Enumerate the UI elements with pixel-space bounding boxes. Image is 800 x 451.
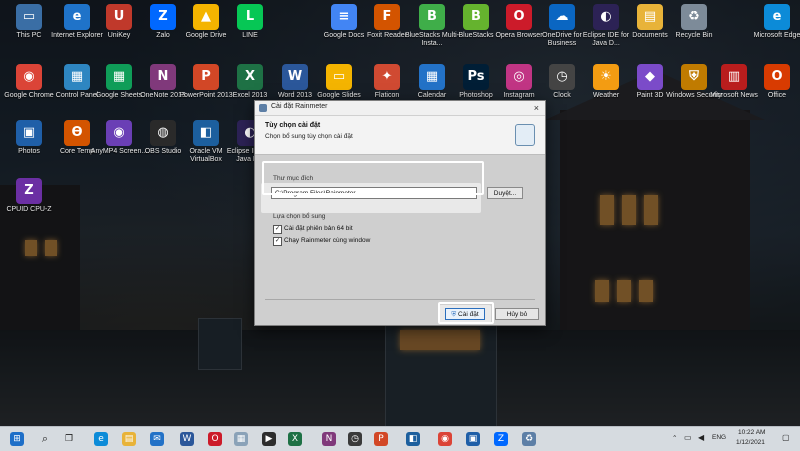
taskbar-chrome-icon[interactable]: ◉ [438, 432, 452, 446]
app-icon: O [506, 4, 532, 30]
desktop-icon-label: CPUID CPU-Z [6, 206, 52, 213]
network-icon[interactable]: ▭ [684, 433, 692, 442]
dialog-titlebar[interactable]: Cài đặt Rainmeter × [255, 101, 545, 116]
app-icon: B [463, 4, 489, 30]
app-icon: ▦ [419, 64, 445, 90]
notification-icon[interactable]: ▢ [782, 433, 790, 442]
app-icon: ▭ [326, 64, 352, 90]
app-icon: ▥ [721, 64, 747, 90]
desktop-icon[interactable]: L LINE [221, 4, 279, 66]
app-icon: ☁ [549, 4, 575, 30]
desktop-icon-label: Microsoft Edge [753, 32, 800, 39]
app-icon: Ps [463, 64, 489, 90]
app-icon: L [237, 4, 263, 30]
dialog-title: Cài đặt Rainmeter [271, 103, 328, 110]
rainmeter-setup-dialog: Cài đặt Rainmeter × Tùy chọn cài đặt Chọ… [254, 100, 546, 326]
desktop-icon[interactable]: e Microsoft Edge [748, 4, 800, 66]
cancel-button[interactable]: Hủy bỏ [495, 308, 539, 320]
footer-divider [265, 299, 535, 300]
tray-chevron-icon[interactable]: ⌃ [672, 434, 677, 442]
taskbar-opera-icon[interactable]: O [208, 432, 222, 446]
app-icon: ◉ [16, 64, 42, 90]
taskbar-onenote-icon[interactable]: N [322, 432, 336, 446]
install-spotlight-frame [438, 302, 494, 324]
desktop-icon-label: LINE [242, 32, 258, 39]
desktop-icon-label: Office [767, 92, 787, 99]
taskbar-photos-icon[interactable]: ▣ [466, 432, 480, 446]
taskbar-zalo-icon[interactable]: Z [494, 432, 508, 446]
app-icon: ◷ [549, 64, 575, 90]
clock-time[interactable]: 10:22 AM [738, 429, 765, 436]
search-icon[interactable]: ⌕ [38, 432, 52, 446]
volume-icon[interactable]: ◀ [698, 433, 704, 442]
taskbar-mail-icon[interactable]: ✉ [150, 432, 164, 446]
taskbar-powerpoint-icon[interactable]: P [374, 432, 388, 446]
app-icon: X [237, 64, 263, 90]
app-icon: e [64, 4, 90, 30]
app-icon: ▭ [16, 4, 42, 30]
taskbar-excel-icon[interactable]: X [288, 432, 302, 446]
taskbar-rainmeter-icon[interactable]: ♻ [522, 432, 536, 446]
taskbar-word-icon[interactable]: W [180, 432, 194, 446]
desktop-icon[interactable]: Z CPUID CPU-Z [0, 178, 58, 240]
app-icon: ϴ [64, 120, 90, 146]
app-icon: ☀ [593, 64, 619, 90]
app-icon: N [150, 64, 176, 90]
option-startup-checkbox[interactable]: ✓ [273, 237, 282, 246]
browse-button[interactable]: Duyệt... [487, 187, 523, 199]
taskbar-app-icon[interactable]: ◷ [348, 432, 362, 446]
app-icon: ≡ [331, 4, 357, 30]
app-icon: ▣ [16, 120, 42, 146]
app-icon: ◉ [106, 120, 132, 146]
taskbar: ⊞ ⌕ ❐ e ▤ ✉ W O ▦ ▶ X N ◷ P ◧ ⚙ ◉ ▣ Z ♻ … [0, 426, 800, 451]
desktop-icon-label: Recycle Bin [675, 32, 713, 39]
installer-logo-icon [515, 124, 535, 146]
taskbar-edge-icon[interactable]: e [94, 432, 108, 446]
clock-date[interactable]: 1/12/2021 [736, 439, 765, 446]
app-icon: W [282, 64, 308, 90]
desktop-icon[interactable]: ♻ Recycle Bin [665, 4, 723, 66]
app-icon: ▦ [106, 64, 132, 90]
start-button[interactable]: ⊞ [10, 432, 24, 446]
path-spotlight-frame [262, 161, 484, 195]
option-64bit-label: Cài đặt phiên bản 64 bit [284, 225, 353, 232]
app-icon: ♻ [681, 4, 707, 30]
dialog-header: Tùy chọn cài đặt Chọn bổ sung tùy chọn c… [255, 116, 545, 155]
app-icon: ◍ [150, 120, 176, 146]
app-icon: Z [16, 178, 42, 204]
app-icon: Z [150, 4, 176, 30]
app-icon: ◐ [593, 4, 619, 30]
app-icon: ◎ [506, 64, 532, 90]
app-icon: ▲ [193, 4, 219, 30]
extra-options-label: Lựa chọn bổ sung [273, 213, 326, 220]
app-icon: U [106, 4, 132, 30]
taskbar-notepad-icon[interactable]: ▦ [234, 432, 248, 446]
close-icon[interactable]: × [534, 101, 539, 115]
app-icon: ▤ [637, 4, 663, 30]
app-icon: ⛨ [681, 64, 707, 90]
app-icon: ▦ [64, 64, 90, 90]
option-startup-label: Chạy Rainmeter cùng window [284, 237, 371, 244]
taskbar-app-icon[interactable]: ▶ [262, 432, 276, 446]
app-icon: ◧ [193, 120, 219, 146]
app-icon: F [374, 4, 400, 30]
app-icon: ✦ [374, 64, 400, 90]
app-icon: ◆ [637, 64, 663, 90]
header-title: Tùy chọn cài đặt [265, 122, 321, 129]
taskbar-file-explorer-icon[interactable]: ▤ [122, 432, 136, 446]
app-icon: B [419, 4, 445, 30]
taskbar-virtualbox-icon[interactable]: ◧ [406, 432, 420, 446]
app-icon: e [764, 4, 790, 30]
header-subtitle: Chọn bổ sung tùy chọn cài đặt [265, 133, 353, 140]
rainmeter-app-icon [259, 104, 267, 112]
language-indicator[interactable]: ENG [712, 434, 726, 441]
task-view-icon[interactable]: ❐ [62, 432, 76, 446]
app-icon: P [193, 64, 219, 90]
desktop-icon[interactable]: O Office [748, 64, 800, 126]
app-icon: O [764, 64, 790, 90]
option-64bit-checkbox[interactable]: ✓ [273, 225, 282, 234]
